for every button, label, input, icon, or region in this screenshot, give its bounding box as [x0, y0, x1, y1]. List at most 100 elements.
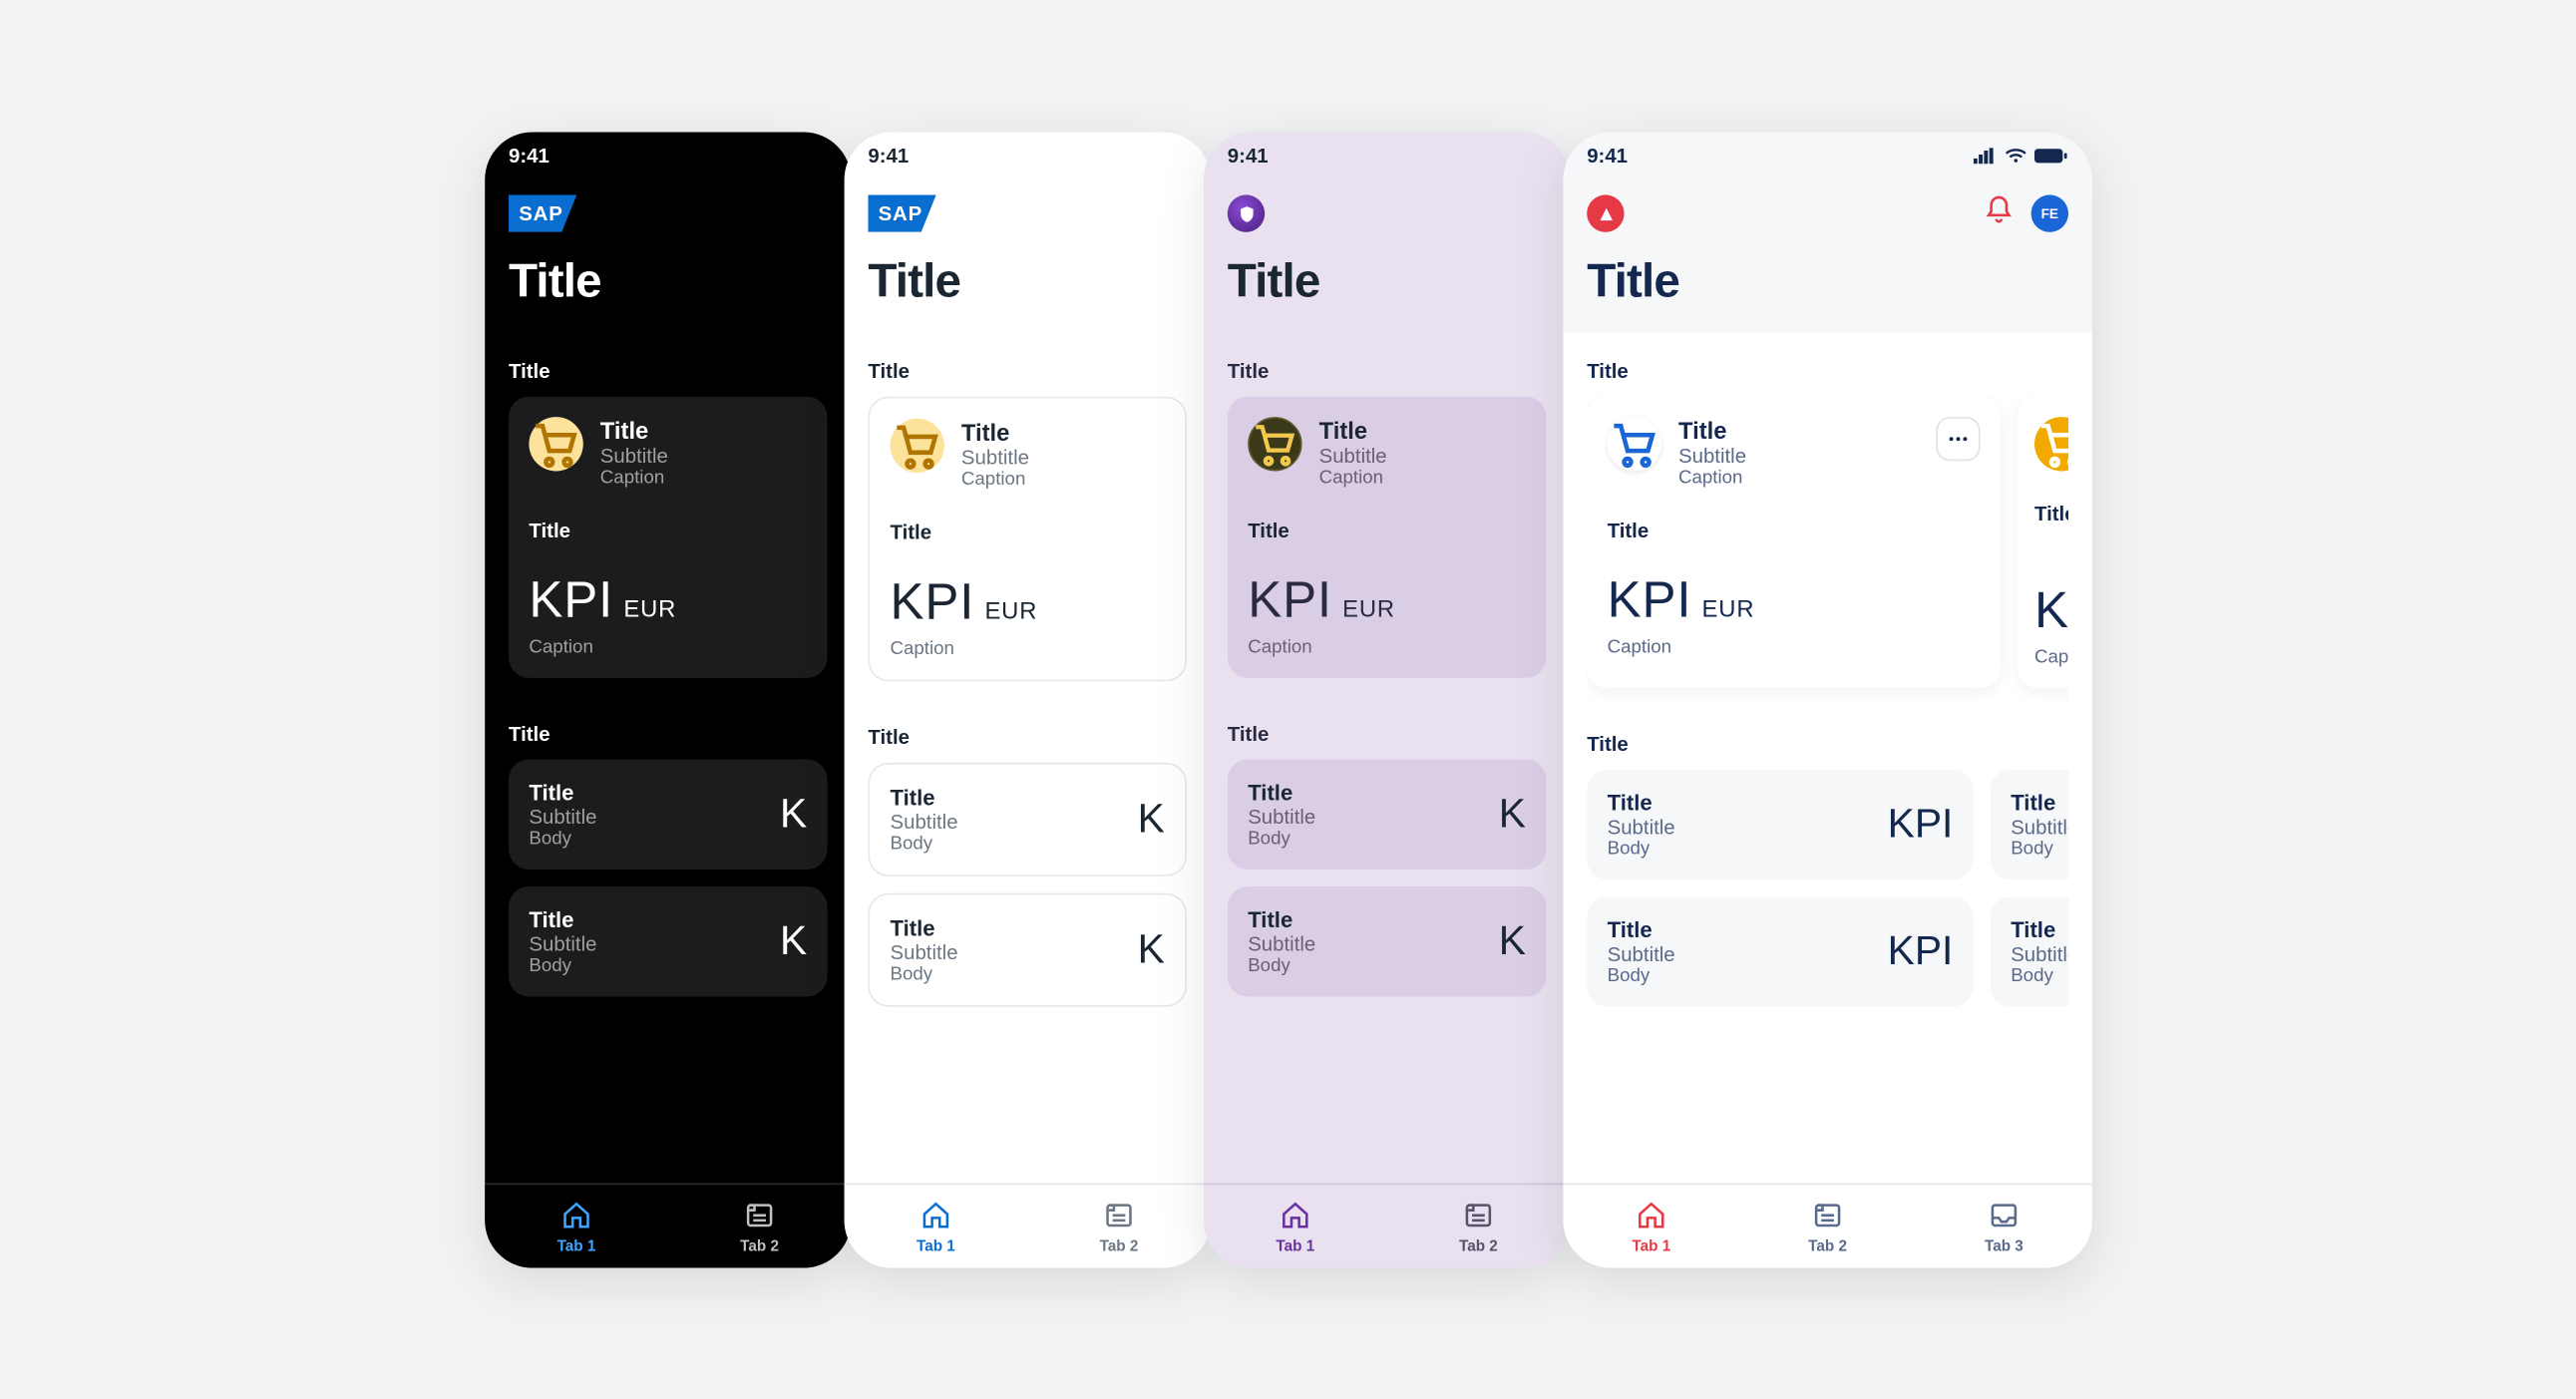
list-item-subtitle: Subtitle — [1248, 931, 1315, 955]
page-header: SAPTitle — [485, 179, 851, 332]
list-item[interactable]: TitleSubtitleBodyKPI — [1587, 896, 1974, 1007]
card-caption: Caption — [960, 469, 1028, 489]
phone-screen-red: 9:41FETitleTitleTitleSubtitleCaptionTitl… — [1563, 132, 2091, 1267]
tab-1[interactable]: Tab 1 — [916, 1199, 954, 1252]
list-row[interactable]: TitleSubtitleBodyKPITitleSubtitleBodyK — [1587, 769, 2068, 879]
logo-row — [1227, 189, 1546, 237]
list-item[interactable]: TitleSubtitleBodyK — [1227, 759, 1546, 870]
list-item-kpi: K — [779, 917, 806, 965]
status-bar: 9:41 — [485, 132, 851, 179]
logo-row: SAP — [508, 189, 827, 237]
sap-logo[interactable]: SAP — [508, 194, 575, 231]
card-subtitle: Subtitle — [599, 444, 667, 468]
card-title: Title — [2034, 502, 2068, 525]
list-item-body: Body — [890, 964, 957, 984]
list-item-kpi: KPI — [1887, 801, 1953, 849]
brand-logo-icon[interactable] — [1227, 194, 1264, 231]
kpi-card[interactable]: TitleSubtitleCaptionTitleKPIEURCaption — [868, 396, 1187, 681]
list-item-kpi: K — [1498, 917, 1525, 965]
page-title: Title — [1227, 253, 1546, 307]
page-title: Title — [1587, 253, 2068, 307]
tab-3[interactable]: Tab 3 — [1984, 1199, 2023, 1252]
cart-icon — [1248, 417, 1301, 471]
list-item[interactable]: TitleSubtitleBodyK — [868, 762, 1187, 875]
list-icon — [1463, 1199, 1494, 1232]
card-title: Title — [1318, 417, 1386, 444]
card-carousel[interactable]: TitleSubtitleCaptionTitleKPIEURCaption — [508, 396, 827, 698]
tab-2[interactable]: Tab 2 — [1808, 1199, 1847, 1252]
kpi-card[interactable]: TitleSubtitleCaptionTitleKPIEURCaption — [1587, 396, 2001, 687]
list-item-body: Body — [1248, 829, 1315, 849]
section-title: Title — [1227, 722, 1546, 746]
list-item[interactable]: TitleSubtitleBodyK — [1990, 896, 2067, 1007]
list-item-subtitle: Subtitle — [2011, 815, 2068, 839]
tab-1[interactable]: Tab 1 — [1276, 1199, 1314, 1252]
kpi-label: Title — [890, 520, 1164, 543]
battery-icon — [2034, 147, 2068, 164]
card-carousel[interactable]: TitleSubtitleCaptionTitleKPIEURCaption — [868, 396, 1187, 701]
kpi-label: Title — [529, 519, 807, 542]
list-item-subtitle: Subtitle — [1607, 815, 1674, 839]
kpi-card[interactable]: TitleSubtitleCaptionTitleKPIEURCaption — [1227, 396, 1546, 677]
list-item[interactable]: TitleSubtitleBodyK — [1990, 769, 2067, 879]
kpi-card[interactable]: TitleSubtitleCaptionTitleKPIEURCaption — [508, 396, 827, 677]
list-item[interactable]: TitleSubtitleBodyK — [508, 759, 827, 870]
list-row[interactable]: TitleSubtitleBodyKPITitleSubtitleBodyK — [1587, 896, 2068, 1007]
list-item-body: Body — [2011, 839, 2068, 859]
tab-label: Tab 1 — [1632, 1236, 1670, 1253]
sap-logo[interactable]: SAP — [868, 194, 935, 231]
list-item-body: Body — [529, 829, 596, 849]
tab-bar: Tab 1 Tab 2 — [1204, 1183, 1570, 1267]
avatar[interactable]: FE — [2030, 194, 2067, 231]
list-item[interactable]: TitleSubtitleBodyK — [1227, 886, 1546, 997]
tab-2[interactable]: Tab 2 — [1099, 1199, 1138, 1252]
card-caption: Caption — [1678, 468, 1746, 488]
home-icon — [560, 1199, 591, 1232]
tab-label: Tab 3 — [1984, 1236, 2023, 1253]
card-caption: Caption — [1318, 468, 1386, 488]
list-item-body: Body — [1248, 955, 1315, 975]
more-button[interactable] — [1936, 417, 1980, 461]
card-carousel[interactable]: TitleSubtitleCaptionTitleKPIEURCaption Ti… — [1587, 396, 2068, 708]
list-stack: TitleSubtitleBodyK TitleSubtitleBodyK — [868, 762, 1187, 1006]
kpi-value-text: K — [2034, 582, 2068, 640]
logo-row: FE — [1587, 189, 2068, 237]
card-subtitle: Subtitle — [1678, 444, 1746, 468]
section-title: Title — [508, 722, 827, 746]
list-item-subtitle: Subtitle — [890, 940, 957, 964]
header-actions: FE — [1984, 193, 2068, 232]
notifications-icon[interactable] — [1984, 193, 2015, 232]
section-title: Title — [1587, 359, 2068, 383]
wifi-icon — [2004, 147, 2027, 164]
status-time: 9:41 — [868, 144, 909, 168]
section-title: Title — [1587, 732, 2068, 756]
kpi-caption: Caption — [890, 638, 1164, 658]
status-bar: 9:41 — [1204, 132, 1570, 179]
tab-1[interactable]: Tab 1 — [1632, 1199, 1670, 1252]
list-item-subtitle: Subtitle — [529, 931, 596, 955]
kpi-value-text: KPI — [1248, 572, 1332, 630]
kpi-card-peek[interactable]: TitleKCaption — [2018, 396, 2068, 687]
list-icon — [1103, 1199, 1134, 1232]
tab-2[interactable]: Tab 2 — [1458, 1199, 1497, 1252]
card-carousel[interactable]: TitleSubtitleCaptionTitleKPIEURCaption — [1227, 396, 1546, 698]
list-item-body: Body — [2011, 965, 2068, 985]
status-icons — [1973, 147, 2067, 164]
status-bar: 9:41 — [1563, 132, 2091, 179]
section-title: Title — [1227, 359, 1546, 383]
phone-screen-lilac: 9:41 Title Title Title Subtitle Caption Title K… — [1204, 132, 1570, 1267]
page-header: SAP Title — [844, 179, 1210, 332]
list-item[interactable]: TitleSubtitleBodyK — [868, 892, 1187, 1006]
kpi-label: Title — [1248, 519, 1526, 542]
tab-1[interactable]: Tab 1 — [556, 1199, 595, 1252]
list-item-kpi: K — [779, 790, 806, 838]
list-item-subtitle: Subtitle — [2011, 942, 2068, 966]
tab-2[interactable]: Tab 2 — [740, 1199, 779, 1252]
kpi-value: KPIEUR — [1248, 572, 1526, 630]
list-item-title: Title — [2011, 916, 2068, 942]
list-item[interactable]: TitleSubtitleBodyK — [508, 886, 827, 997]
page-title: Title — [868, 253, 1187, 307]
list-item[interactable]: TitleSubtitleBodyKPI — [1587, 769, 1974, 879]
brand-logo-icon[interactable] — [1587, 194, 1624, 231]
card-subtitle: Subtitle — [960, 446, 1028, 470]
